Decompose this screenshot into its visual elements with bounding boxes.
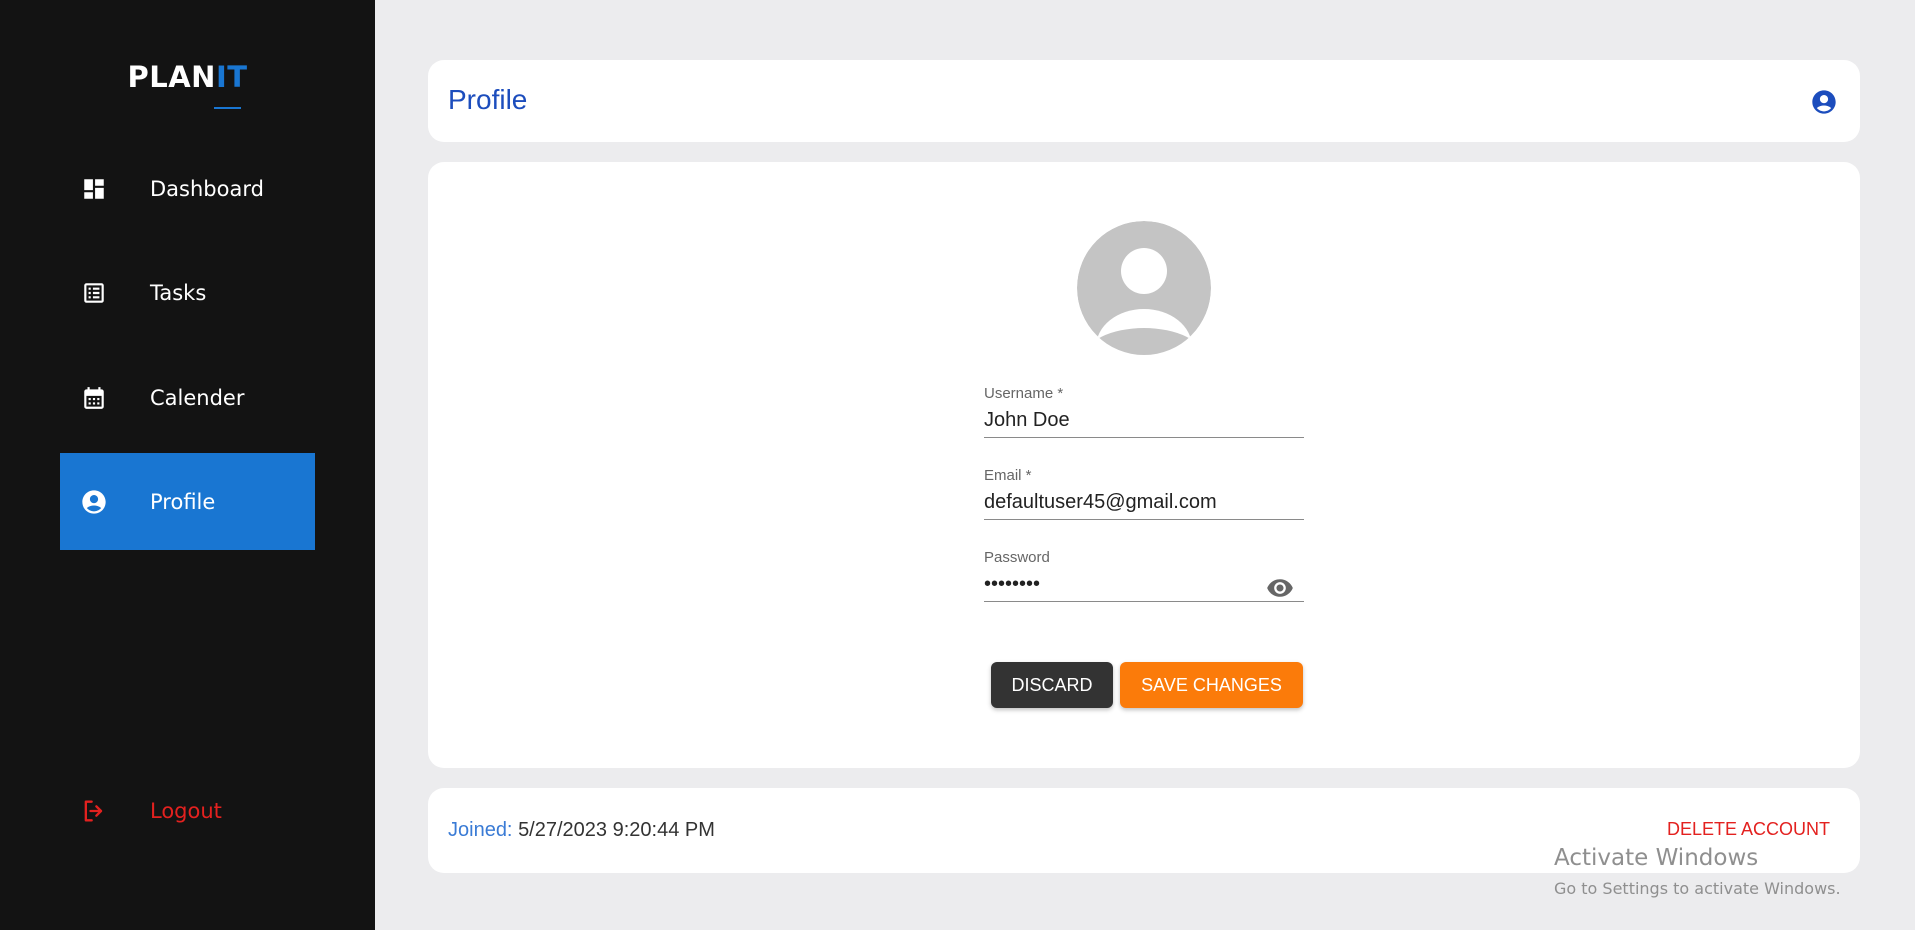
default-avatar-icon[interactable] (1077, 221, 1211, 355)
password-input[interactable] (984, 569, 1254, 601)
account-circle-icon[interactable] (1810, 88, 1838, 116)
tasks-list-icon (80, 279, 108, 307)
logout-button[interactable]: Logout (60, 762, 315, 859)
joined-date: 5/27/2023 9:20:44 PM (518, 819, 715, 841)
sidebar-item-label: Tasks (150, 280, 207, 305)
logo-plan: PLAN (127, 60, 216, 94)
sidebar-item-label: Dashboard (150, 176, 264, 201)
delete-account-button[interactable]: DELETE ACCOUNT (1667, 819, 1830, 840)
email-field: Email * (984, 467, 1304, 520)
dashboard-icon (80, 175, 108, 203)
logo-underline (214, 107, 241, 109)
save-changes-button[interactable]: SAVE CHANGES (1120, 662, 1303, 708)
password-field: Password (984, 549, 1304, 602)
logout-icon (80, 797, 108, 825)
joined-label: Joined: (448, 819, 513, 841)
sidebar-item-profile[interactable]: Profile (60, 453, 315, 550)
sidebar-item-tasks[interactable]: Tasks (60, 244, 315, 341)
username-label: Username * (984, 385, 1064, 402)
app-logo[interactable]: PLANIT (0, 60, 375, 94)
sidebar: PLANIT Dashboard Tasks Calender Profile … (0, 0, 375, 930)
sidebar-item-calendar[interactable]: Calender (60, 349, 315, 446)
sidebar-item-label: Calender (150, 385, 245, 410)
page-header: Profile (428, 60, 1860, 142)
watermark-title: Activate Windows (1554, 845, 1759, 871)
eye-icon[interactable] (1266, 577, 1294, 599)
logout-label: Logout (150, 798, 222, 823)
sidebar-item-label: Profile (150, 489, 216, 514)
discard-button[interactable]: DISCARD (991, 662, 1113, 708)
joined-info: Joined: 5/27/2023 9:20:44 PM (448, 819, 715, 842)
windows-activation-watermark: Activate Windows Go to Settings to activ… (1554, 845, 1841, 898)
profile-icon (80, 488, 108, 516)
password-label: Password (984, 549, 1050, 566)
username-input[interactable] (984, 405, 1304, 437)
page-title: Profile (448, 84, 528, 115)
profile-form-card: Username * Email * Password DISCARD SAVE… (428, 162, 1860, 768)
username-field: Username * (984, 385, 1304, 438)
email-input[interactable] (984, 487, 1304, 519)
calendar-icon (80, 384, 108, 412)
logo-it: IT (215, 60, 248, 94)
email-label: Email * (984, 467, 1032, 484)
watermark-subtitle: Go to Settings to activate Windows. (1554, 879, 1841, 898)
sidebar-item-dashboard[interactable]: Dashboard (60, 140, 315, 237)
